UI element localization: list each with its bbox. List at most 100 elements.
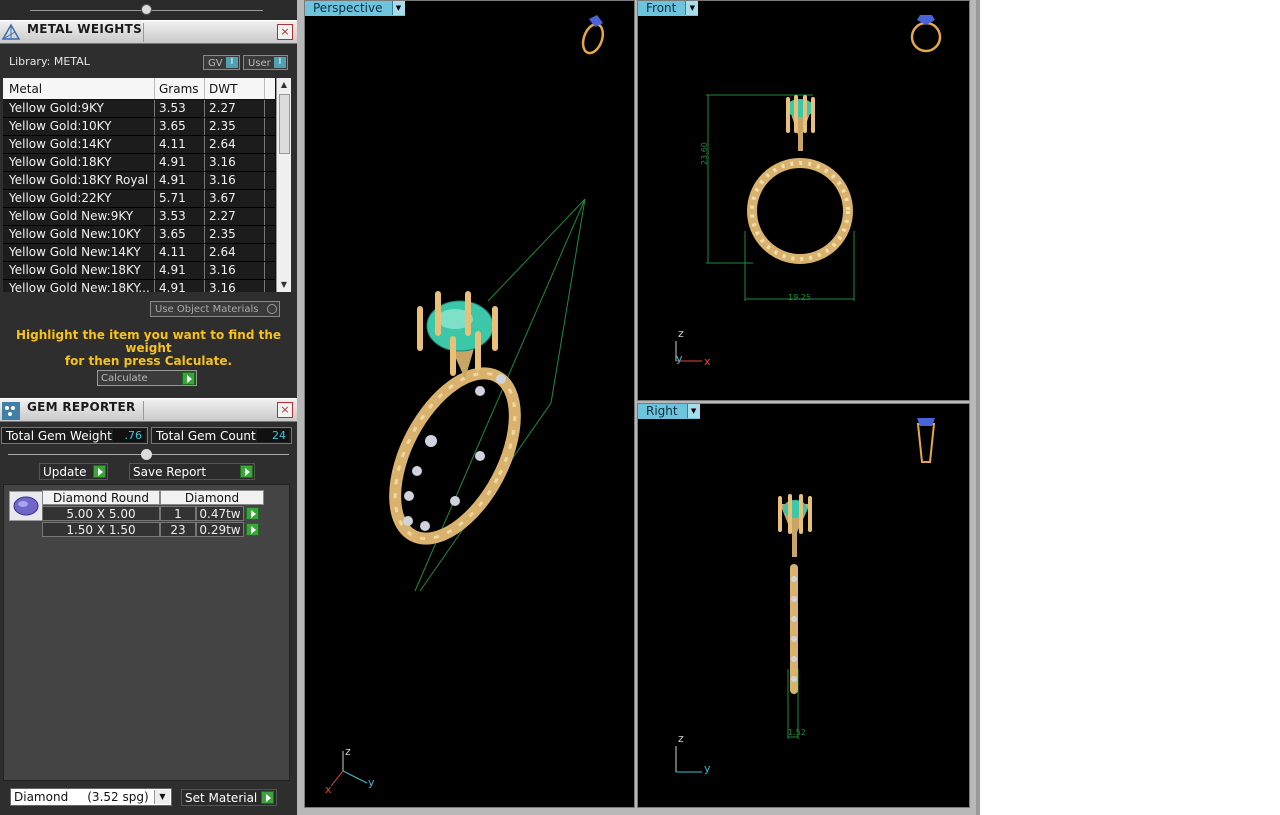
- scroll-thumb[interactable]: [279, 94, 290, 154]
- use-object-materials-button[interactable]: Use Object Materials: [150, 301, 280, 317]
- table-row[interactable]: Yellow Gold:10KY 3.65 2.35: [3, 118, 275, 136]
- grams-cell: 4.11: [159, 245, 186, 259]
- grams-cell: 3.65: [159, 227, 186, 241]
- axis-y-label: y: [368, 776, 375, 789]
- front-viewport[interactable]: 23.60 19.25 z y x Front ▼: [637, 0, 970, 401]
- calculate-button[interactable]: Calculate: [97, 370, 197, 386]
- axis-z-label: z: [345, 745, 351, 758]
- gv-toggle[interactable]: GV I: [203, 55, 240, 70]
- play-arrow-icon[interactable]: [246, 523, 259, 536]
- col-grams[interactable]: Grams: [159, 82, 199, 96]
- metal-name-cell: Yellow Gold New:9KY: [9, 209, 134, 223]
- metal-name-cell: Yellow Gold:18KY: [9, 155, 112, 169]
- gem-type-header: Diamond: [160, 490, 264, 505]
- col-metal[interactable]: Metal: [9, 82, 42, 96]
- axis-x-label: x: [325, 783, 332, 796]
- gem-slider-knob[interactable]: [141, 449, 152, 460]
- gem-weight-cell: 0.29tw: [196, 522, 244, 537]
- axis-y-label: y: [704, 762, 711, 775]
- dwt-cell: 2.64: [209, 137, 236, 151]
- gem-shape-header: Diamond Round: [42, 490, 160, 505]
- metal-name-cell: Yellow Gold:18KY Royal: [9, 173, 149, 187]
- save-report-button[interactable]: Save Report: [129, 463, 255, 480]
- total-gem-count: Total Gem Count 24: [151, 427, 292, 444]
- viewport-area: z y x Perspective ▼ 23.60 19.25 z y x Fr…: [297, 0, 976, 815]
- play-arrow-icon[interactable]: [246, 507, 259, 520]
- grams-cell: 4.91: [159, 155, 186, 169]
- metal-name-cell: Yellow Gold:10KY: [9, 119, 112, 133]
- play-arrow-icon: [240, 465, 253, 478]
- col-dwt[interactable]: DWT: [209, 82, 237, 96]
- axis-z-label: z: [678, 327, 684, 340]
- axis-z-label: z: [678, 732, 684, 745]
- table-row[interactable]: Yellow Gold:18KY 4.91 3.16: [3, 154, 275, 172]
- dwt-cell: 3.67: [209, 191, 236, 205]
- metal-weights-close-icon[interactable]: ×: [277, 24, 293, 40]
- metal-table[interactable]: Metal Grams DWT Yellow Gold:9KY 3.53 2.27 Y…: [3, 78, 291, 292]
- gem-weight-cell: 0.47tw: [196, 506, 244, 521]
- front-view-tab[interactable]: Front ▼: [638, 1, 699, 16]
- gem-reporter-close-icon[interactable]: ×: [277, 402, 293, 418]
- dropdown-icon[interactable]: ▼: [391, 1, 405, 15]
- dwt-cell: 3.16: [209, 155, 236, 169]
- metal-table-scrollbar[interactable]: ▲ ▼: [276, 78, 291, 292]
- perspective-viewport[interactable]: z y x Perspective ▼: [304, 0, 635, 808]
- grams-cell: 3.65: [159, 119, 186, 133]
- dwt-cell: 3.16: [209, 263, 236, 277]
- dropdown-icon[interactable]: ▼: [686, 404, 700, 418]
- metal-name-cell: Yellow Gold New:18KY...: [9, 281, 150, 292]
- play-arrow-icon: [182, 372, 195, 385]
- library-label: Library: METAL: [9, 55, 90, 68]
- gem-list: Diamond Round Diamond 5.00 X 5.00 1 0.47tw…: [3, 484, 290, 781]
- right-viewport[interactable]: 1.52 z y Right ▼: [637, 403, 970, 808]
- table-row[interactable]: Yellow Gold New:14KY 4.11 2.64: [3, 244, 275, 262]
- grams-cell: 4.91: [159, 281, 186, 292]
- set-material-button[interactable]: Set Material: [181, 789, 277, 806]
- metal-weights-title: METAL WEIGHTS: [27, 22, 143, 36]
- dwt-cell: 2.64: [209, 245, 236, 259]
- metal-weights-icon: [1, 23, 21, 40]
- scroll-down-icon[interactable]: ▼: [277, 278, 291, 292]
- scroll-up-icon[interactable]: ▲: [277, 78, 291, 92]
- front-height-dimension: 23.60: [700, 142, 709, 165]
- hint-text: Highlight the item you want to find the …: [15, 328, 282, 368]
- update-button[interactable]: Update: [39, 463, 108, 480]
- gem-count-cell: 23: [160, 522, 196, 537]
- slider-knob[interactable]: [141, 4, 152, 15]
- axis-y-label: y: [676, 352, 683, 365]
- front-width-dimension: 19.25: [788, 293, 811, 302]
- table-row[interactable]: Yellow Gold:18KY Royal 4.91 3.16: [3, 172, 275, 190]
- play-arrow-icon: [261, 791, 274, 804]
- metal-name-cell: Yellow Gold:22KY: [9, 191, 112, 205]
- chevron-down-icon[interactable]: ▼: [154, 790, 170, 804]
- table-row[interactable]: Yellow Gold:14KY 4.11 2.64: [3, 136, 275, 154]
- grams-cell: 4.91: [159, 173, 186, 187]
- window-edge: [976, 0, 980, 815]
- right-view-tab[interactable]: Right ▼: [638, 404, 700, 419]
- table-row[interactable]: Yellow Gold:9KY 3.53 2.27: [3, 100, 275, 118]
- grams-cell: 4.91: [159, 263, 186, 277]
- perspective-view-tab[interactable]: Perspective ▼: [305, 1, 405, 16]
- table-row[interactable]: Yellow Gold New:9KY 3.53 2.27: [3, 208, 275, 226]
- radio-icon: [267, 304, 277, 314]
- total-gem-weight: Total Gem Weight .76: [1, 427, 148, 444]
- grams-cell: 5.71: [159, 191, 186, 205]
- table-row[interactable]: Yellow Gold New:10KY 3.65 2.35: [3, 226, 275, 244]
- metal-name-cell: Yellow Gold New:18KY: [9, 263, 141, 277]
- dwt-cell: 2.27: [209, 209, 236, 223]
- material-select[interactable]: Diamond (3.52 spg) ▼: [10, 788, 172, 806]
- top-slider[interactable]: [0, 0, 297, 20]
- grams-cell: 3.53: [159, 209, 186, 223]
- user-toggle[interactable]: User I: [243, 55, 288, 70]
- play-arrow-icon: [93, 465, 106, 478]
- grams-cell: 4.11: [159, 137, 186, 151]
- table-row[interactable]: Yellow Gold:22KY 5.71 3.67: [3, 190, 275, 208]
- dropdown-icon[interactable]: ▼: [685, 1, 699, 15]
- table-row[interactable]: Yellow Gold New:18KY 4.91 3.16: [3, 262, 275, 280]
- dwt-cell: 3.16: [209, 173, 236, 187]
- metal-table-header: Metal Grams DWT: [3, 78, 275, 99]
- gem-size-cell: 1.50 X 1.50: [42, 522, 160, 537]
- metal-weights-titlebar: METAL WEIGHTS ×: [0, 20, 297, 44]
- metal-name-cell: Yellow Gold:9KY: [9, 101, 104, 115]
- table-row[interactable]: Yellow Gold New:18KY... 4.91 3.16: [3, 280, 275, 292]
